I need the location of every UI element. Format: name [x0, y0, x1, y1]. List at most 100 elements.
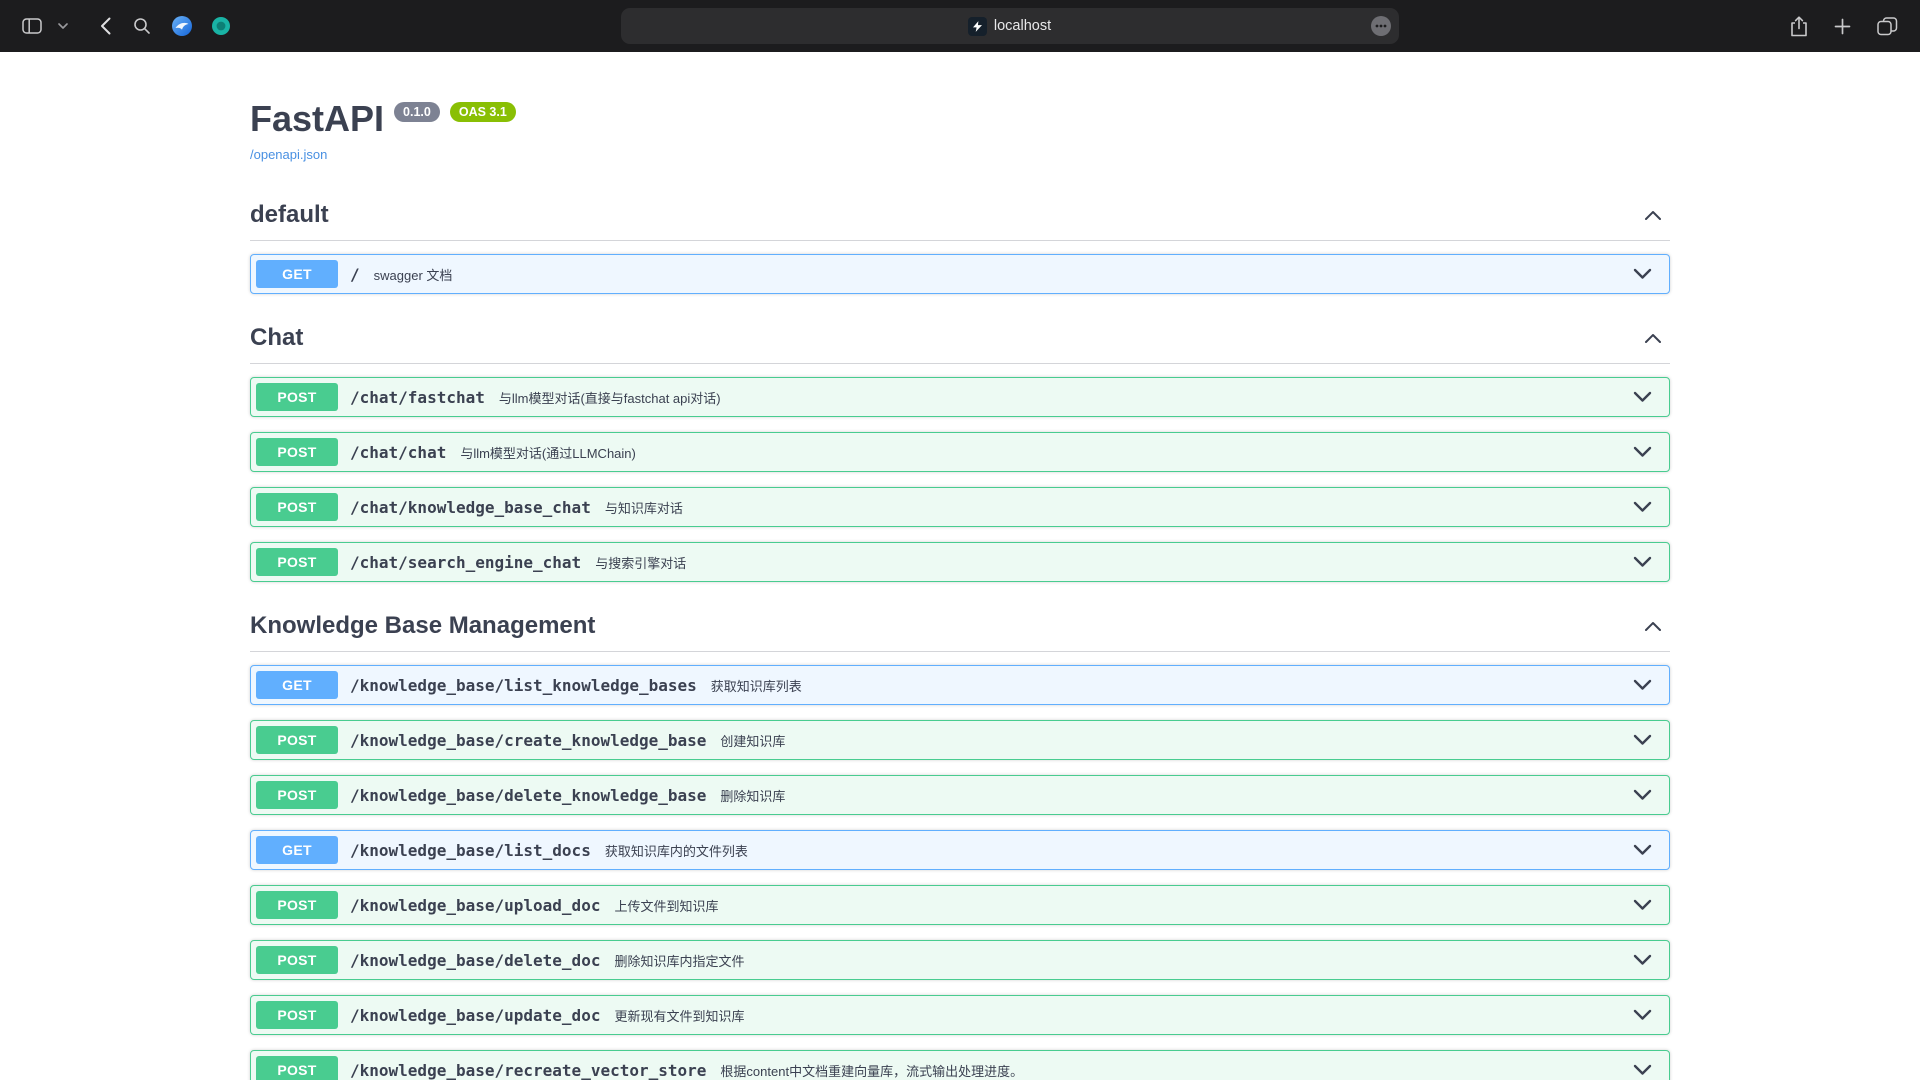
chevron-down-icon[interactable]	[1621, 679, 1664, 691]
operation-row[interactable]: POST /chat/search_engine_chat 与搜索引擎对话	[250, 542, 1670, 582]
operation-row[interactable]: POST /knowledge_base/upload_doc 上传文件到知识库	[250, 885, 1670, 925]
sidebar-menu-chevron-button[interactable]	[52, 17, 74, 35]
operation-row[interactable]: POST /chat/chat 与llm模型对话(通过LLMChain)	[250, 432, 1670, 472]
back-button[interactable]	[94, 11, 117, 41]
chevron-left-icon	[100, 17, 111, 35]
chevron-down-icon[interactable]	[1621, 844, 1664, 856]
operation-description: 与llm模型对话(通过LLMChain)	[460, 443, 636, 462]
operation-row[interactable]: POST /knowledge_base/create_knowledge_ba…	[250, 720, 1670, 760]
api-info: FastAPI 0.1.0 OAS 3.1 /openapi.json	[250, 98, 1670, 164]
operation-row[interactable]: GET /knowledge_base/list_knowledge_bases…	[250, 665, 1670, 705]
operation-path: /chat/fastchat	[350, 388, 485, 407]
chevron-down-icon[interactable]	[1621, 1064, 1664, 1076]
operation-description: 与llm模型对话(直接与fastchat api对话)	[499, 388, 721, 407]
address-bar[interactable]: localhost	[621, 8, 1399, 44]
ellipsis-icon	[1375, 24, 1387, 28]
bird-icon	[171, 15, 193, 37]
search-button[interactable]	[127, 11, 157, 41]
page-settings-button[interactable]	[1371, 16, 1391, 36]
method-badge: POST	[256, 438, 338, 466]
operation-row[interactable]: POST /chat/knowledge_base_chat 与知识库对话	[250, 487, 1670, 527]
operation-description: 与知识库对话	[605, 498, 683, 517]
chevron-down-icon[interactable]	[1621, 1009, 1664, 1021]
operation-list: GET / swagger 文档	[250, 254, 1670, 294]
new-tab-button[interactable]	[1828, 12, 1857, 41]
method-badge: POST	[256, 493, 338, 521]
operation-row[interactable]: POST /knowledge_base/delete_knowledge_ba…	[250, 775, 1670, 815]
lightning-bolt-icon	[973, 21, 982, 32]
share-button[interactable]	[1784, 10, 1814, 43]
method-badge: POST	[256, 383, 338, 411]
operation-path: /chat/chat	[350, 443, 446, 462]
section-header[interactable]: Knowledge Base Management	[250, 597, 1670, 652]
chevron-up-icon[interactable]	[1636, 209, 1670, 221]
method-badge: POST	[256, 1056, 338, 1080]
chevron-down-icon[interactable]	[1621, 501, 1664, 513]
sidebar-toggle-button[interactable]	[16, 12, 48, 40]
chevron-down-icon[interactable]	[1621, 446, 1664, 458]
section-header[interactable]: Chat	[250, 309, 1670, 364]
sections: default GET / swagger 文档 Chat POST /chat…	[250, 186, 1670, 1080]
chevron-down-icon[interactable]	[1621, 391, 1664, 403]
operation-row[interactable]: POST /knowledge_base/update_doc 更新现有文件到知…	[250, 995, 1670, 1035]
operation-path: /knowledge_base/update_doc	[350, 1006, 600, 1025]
site-favicon	[968, 17, 987, 36]
tag-section: default GET / swagger 文档	[250, 186, 1670, 294]
operation-description: 获取知识库内的文件列表	[605, 841, 748, 860]
operation-path: /knowledge_base/list_knowledge_bases	[350, 676, 697, 695]
operation-path: /	[350, 265, 360, 284]
api-title-text: FastAPI	[250, 98, 384, 139]
section-title: Chat	[250, 324, 303, 352]
chevron-up-icon[interactable]	[1636, 620, 1670, 632]
chevron-down-icon	[58, 23, 68, 29]
method-badge: POST	[256, 548, 338, 576]
chevron-down-icon[interactable]	[1621, 268, 1664, 280]
chevron-down-icon[interactable]	[1621, 954, 1664, 966]
chevron-down-icon[interactable]	[1621, 789, 1664, 801]
method-badge: POST	[256, 726, 338, 754]
operation-path: /knowledge_base/create_knowledge_base	[350, 731, 706, 750]
operation-path: /chat/search_engine_chat	[350, 553, 581, 572]
tabs-icon	[1877, 17, 1898, 36]
method-badge: GET	[256, 260, 338, 288]
tag-section: Chat POST /chat/fastchat 与llm模型对话(直接与fas…	[250, 309, 1670, 582]
operation-row[interactable]: POST /chat/fastchat 与llm模型对话(直接与fastchat…	[250, 377, 1670, 417]
page-title: FastAPI 0.1.0 OAS 3.1	[250, 98, 1670, 139]
plus-icon	[1834, 18, 1851, 35]
teal-circle-app-icon[interactable]	[207, 12, 235, 40]
url-text: localhost	[994, 18, 1051, 34]
operation-row[interactable]: POST /knowledge_base/recreate_vector_sto…	[250, 1050, 1670, 1080]
sidebar-icon	[22, 18, 42, 34]
operation-row[interactable]: POST /knowledge_base/delete_doc 删除知识库内指定…	[250, 940, 1670, 980]
operation-path: /knowledge_base/delete_knowledge_base	[350, 786, 706, 805]
method-badge: POST	[256, 946, 338, 974]
blue-bird-app-icon[interactable]	[167, 11, 197, 41]
chevron-down-icon[interactable]	[1621, 734, 1664, 746]
teal-dot-icon	[211, 16, 231, 36]
chevron-down-icon[interactable]	[1621, 899, 1664, 911]
operation-path: /chat/knowledge_base_chat	[350, 498, 591, 517]
operation-list: GET /knowledge_base/list_knowledge_bases…	[250, 665, 1670, 1080]
operation-description: 上传文件到知识库	[614, 896, 718, 915]
operation-path: /knowledge_base/recreate_vector_store	[350, 1061, 706, 1080]
method-badge: POST	[256, 1001, 338, 1029]
operation-description: 删除知识库内指定文件	[614, 951, 744, 970]
chevron-down-icon[interactable]	[1621, 556, 1664, 568]
tab-overview-button[interactable]	[1871, 11, 1904, 42]
operation-description: 根据content中文档重建向量库，流式输出处理进度。	[720, 1061, 1023, 1080]
swagger-page: FastAPI 0.1.0 OAS 3.1 /openapi.json defa…	[0, 52, 1920, 1080]
openapi-spec-link[interactable]: /openapi.json	[250, 147, 327, 162]
operation-row[interactable]: GET /knowledge_base/list_docs 获取知识库内的文件列…	[250, 830, 1670, 870]
operation-path: /knowledge_base/upload_doc	[350, 896, 600, 915]
section-header[interactable]: default	[250, 186, 1670, 241]
operation-path: /knowledge_base/list_docs	[350, 841, 591, 860]
oas-badge: OAS 3.1	[450, 102, 516, 122]
version-badge: 0.1.0	[394, 102, 440, 122]
search-icon	[133, 17, 151, 35]
method-badge: POST	[256, 781, 338, 809]
browser-toolbar: localhost	[0, 0, 1920, 52]
method-badge: POST	[256, 891, 338, 919]
section-title: Knowledge Base Management	[250, 612, 595, 640]
operation-row[interactable]: GET / swagger 文档	[250, 254, 1670, 294]
chevron-up-icon[interactable]	[1636, 332, 1670, 344]
